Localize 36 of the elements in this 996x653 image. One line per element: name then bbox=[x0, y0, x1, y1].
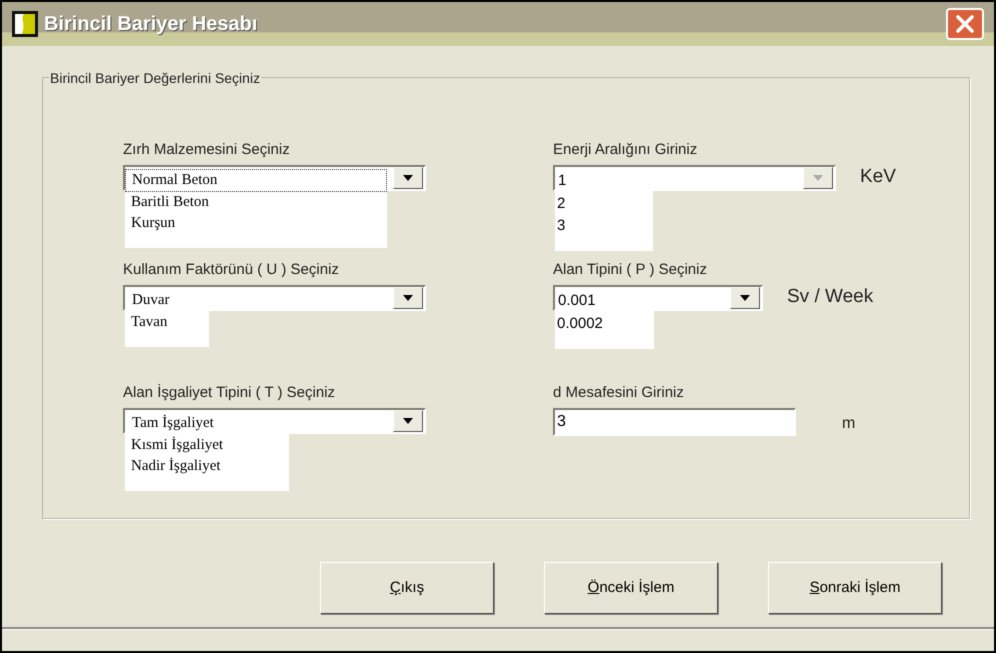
list-item[interactable]: Tavan bbox=[125, 312, 209, 333]
action-button[interactable]: Önceki İşlem bbox=[544, 562, 718, 614]
dropdown-button[interactable] bbox=[393, 410, 423, 432]
window-title: Birincil Bariyer Hesabı bbox=[44, 12, 258, 37]
list-item[interactable]: Normal Beton bbox=[125, 169, 387, 192]
action-button[interactable]: Sonraki İşlem bbox=[768, 562, 942, 614]
dropdown-button[interactable] bbox=[393, 287, 423, 309]
close-button[interactable] bbox=[946, 8, 984, 40]
list-item[interactable]: Baritli Beton bbox=[125, 192, 387, 213]
unit-label: KeV bbox=[860, 165, 896, 189]
field-label: Zırh Malzemesini Seçiniz bbox=[123, 140, 290, 160]
action-button[interactable]: Çıkış bbox=[320, 562, 494, 614]
field-label: Kullanım Faktörünü ( U ) Seçiniz bbox=[123, 260, 339, 280]
close-icon bbox=[955, 14, 975, 34]
list-item[interactable]: Nadir İşgaliyet bbox=[125, 456, 289, 477]
list-item[interactable]: 0.001 bbox=[555, 289, 654, 313]
list-item[interactable]: Kurşun bbox=[125, 213, 387, 234]
dropdown-button[interactable] bbox=[730, 287, 760, 309]
caret-icon bbox=[403, 418, 413, 424]
list-item[interactable]: Tam İşgaliyet bbox=[125, 412, 289, 435]
field-label: d Mesafesini Giriniz bbox=[553, 383, 684, 403]
list-item[interactable]: Kısmi İşgaliyet bbox=[125, 435, 289, 456]
caret-icon bbox=[403, 175, 413, 181]
text-input[interactable]: 3 bbox=[553, 408, 796, 436]
unit-label: Sv / Week bbox=[787, 285, 874, 309]
caret-icon bbox=[740, 295, 750, 301]
dropdown-button[interactable] bbox=[393, 167, 423, 189]
caret-icon bbox=[403, 295, 413, 301]
unit-label: m bbox=[842, 414, 856, 434]
list-item[interactable]: Duvar bbox=[125, 289, 209, 312]
app-icon bbox=[12, 11, 38, 37]
caret-icon bbox=[813, 175, 823, 181]
list-item[interactable]: 0.0002 bbox=[555, 313, 654, 335]
field-label: Alan Tipini ( P ) Seçiniz bbox=[553, 260, 707, 280]
field-label: Enerji Aralığını Giriniz bbox=[553, 140, 698, 160]
field-label: Alan İşgaliyet Tipini ( T ) Seçiniz bbox=[123, 383, 336, 403]
